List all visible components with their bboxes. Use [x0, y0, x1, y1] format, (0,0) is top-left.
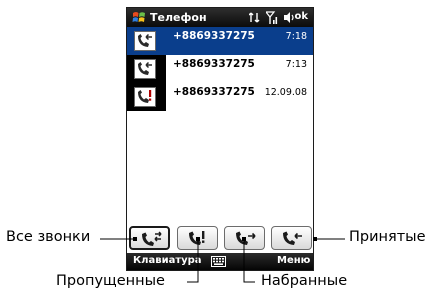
received-callout-dot [313, 237, 317, 241]
missed-leader-line [187, 239, 199, 283]
received-callout-label: Принятые [349, 229, 426, 245]
missed-callout-label: Пропущенные [56, 273, 165, 289]
dialed-leader-line [243, 239, 255, 283]
callout-lines [100, 237, 345, 283]
dialed-callout-label: Набранные [261, 273, 348, 289]
dialed-callout-dot [242, 237, 246, 241]
all-calls-callout-dot [133, 237, 137, 241]
missed-callout-dot [196, 237, 200, 241]
all-calls-callout-label: Все звонки [6, 229, 91, 245]
